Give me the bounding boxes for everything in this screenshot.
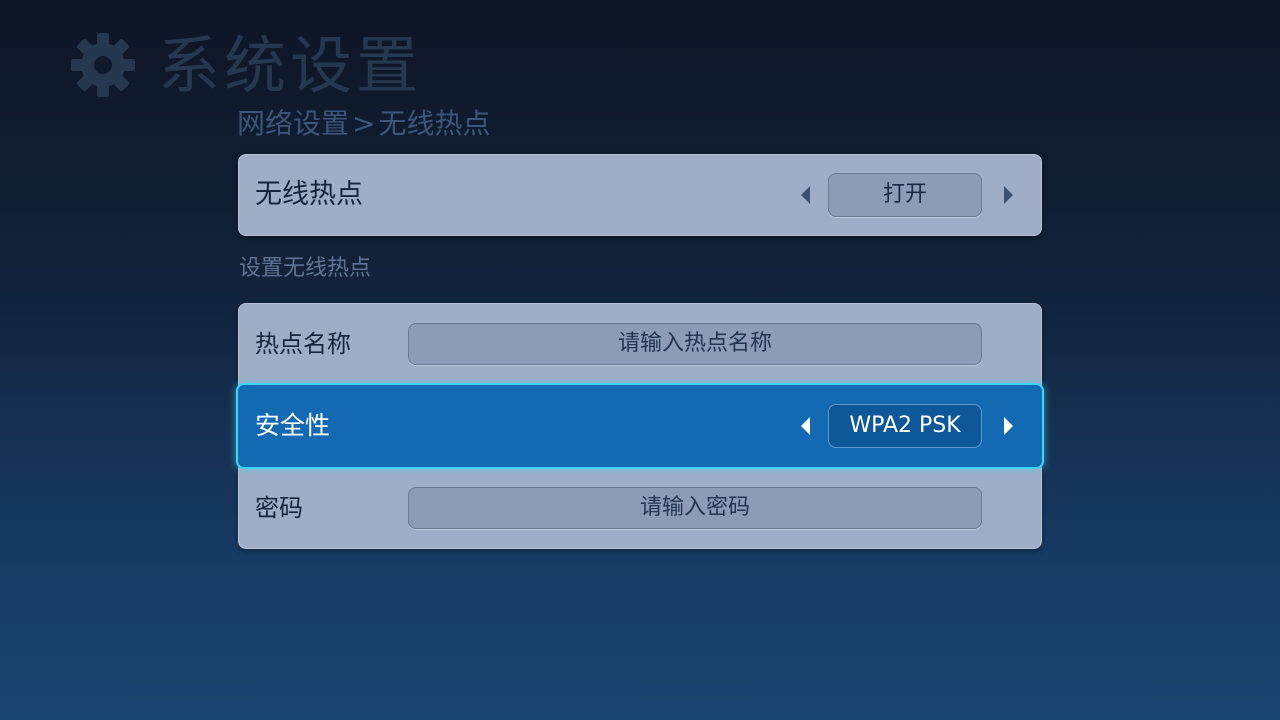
- arrow-left-icon[interactable]: [801, 417, 810, 435]
- page-title: 系统设置: [158, 29, 423, 102]
- section-label: 设置无线热点: [239, 256, 372, 281]
- security-label: 安全性: [255, 411, 331, 440]
- arrow-right-icon[interactable]: [1004, 417, 1013, 435]
- gear-icon: [71, 33, 135, 97]
- security-value[interactable]: WPA2 PSK: [828, 404, 982, 448]
- hotspot-toggle-label: 无线热点: [255, 179, 363, 210]
- hotspot-name-input[interactable]: 请输入热点名称: [408, 323, 982, 365]
- breadcrumb-parent[interactable]: 网络设置: [237, 107, 349, 140]
- password-row[interactable]: 密码 请输入密码: [238, 467, 1042, 549]
- password-input[interactable]: 请输入密码: [408, 487, 982, 529]
- hotspot-toggle-value[interactable]: 打开: [828, 173, 982, 217]
- breadcrumb-current: 无线热点: [378, 107, 491, 140]
- arrow-left-icon[interactable]: [801, 186, 810, 204]
- security-row[interactable]: 安全性 WPA2 PSK: [238, 385, 1042, 467]
- breadcrumb: 网络设置 > 无线热点: [237, 104, 491, 144]
- hotspot-name-label: 热点名称: [255, 330, 351, 358]
- breadcrumb-separator: >: [352, 107, 376, 140]
- hotspot-toggle-row[interactable]: 无线热点 打开: [238, 154, 1042, 236]
- arrow-right-icon[interactable]: [1004, 186, 1013, 204]
- password-label: 密码: [255, 494, 303, 522]
- hotspot-settings-panel: 热点名称 请输入热点名称 安全性 WPA2 PSK 密码 请输入密码: [238, 303, 1042, 549]
- hotspot-name-row[interactable]: 热点名称 请输入热点名称: [238, 303, 1042, 385]
- hotspot-toggle-panel: 无线热点 打开: [238, 154, 1042, 236]
